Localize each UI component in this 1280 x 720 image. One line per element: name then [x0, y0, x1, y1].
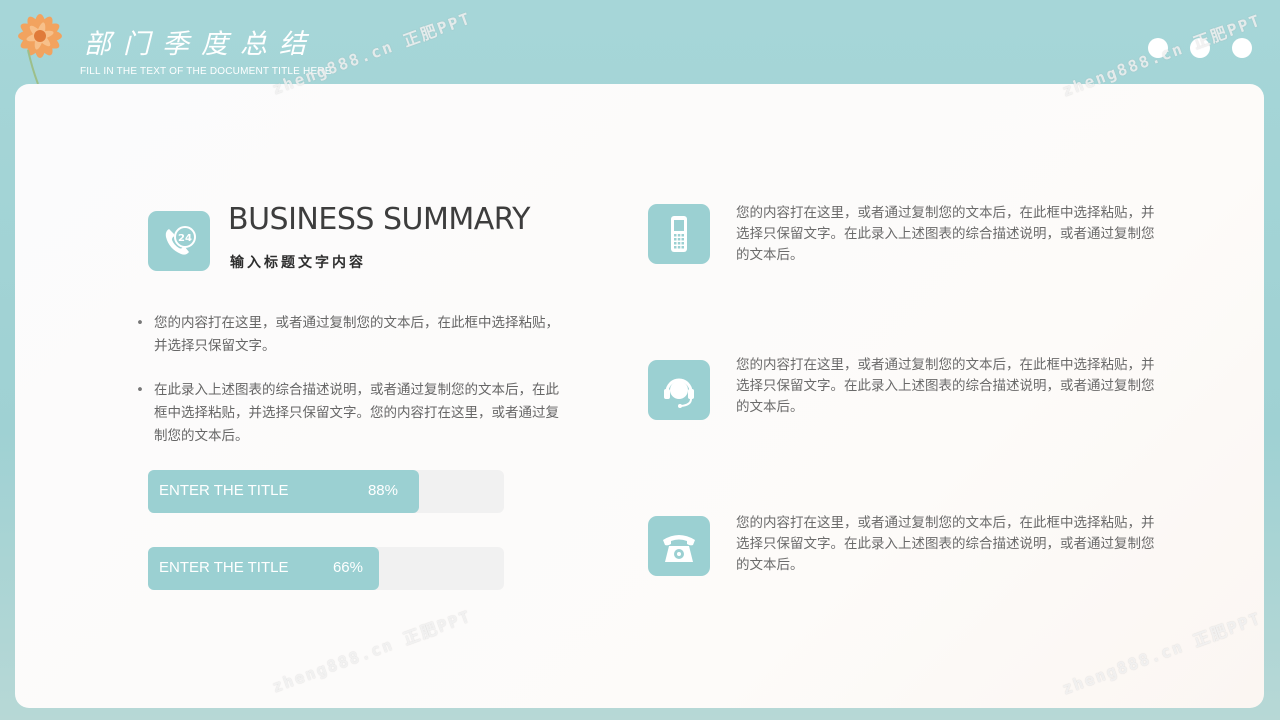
dot — [1232, 38, 1252, 58]
telephone-icon — [663, 535, 695, 562]
bullet-list: 您的内容打在这里，或者通过复制您的文本后，在此框中选择粘贴，并选择只保留文字。 … — [134, 312, 564, 469]
feature-icon-box-2 — [648, 360, 710, 420]
flower-decoration-icon — [18, 14, 62, 58]
feature-text-3: 您的内容打在这里，或者通过复制您的文本后，在此框中选择粘贴，并选择只保留文字。在… — [736, 515, 1155, 573]
section-title: BUSINESS SUMMARY — [228, 202, 531, 237]
svg-text:24: 24 — [178, 233, 192, 244]
feature-icon-box-3 — [648, 516, 710, 576]
feature-text-1: 您的内容打在这里，或者通过复制您的文本后，在此框中选择粘贴，并选择只保留文字。在… — [736, 205, 1155, 263]
section-icon-box: 24 — [148, 211, 210, 271]
progress-percent: 88% — [367, 482, 398, 499]
section-subtitle: 输入标题文字内容 — [230, 255, 366, 271]
headset-icon — [664, 378, 694, 408]
list-item: 您的内容打在这里，或者通过复制您的文本后，在此框中选择粘贴，并选择只保留文字。 — [134, 312, 564, 358]
mobile-phone-icon — [671, 216, 687, 252]
progress-bar-1: ENTER THE TITLE 88% — [148, 470, 504, 513]
progress-bar-2: ENTER THE TITLE 66% — [148, 547, 504, 590]
feature-icon-box-1 — [648, 204, 710, 264]
list-item: 在此录入上述图表的综合描述说明，或者通过复制您的文本后，在此框中选择粘贴，并选择… — [134, 379, 564, 448]
progress-label: ENTER THE TITLE — [159, 559, 289, 576]
progress-percent: 66% — [332, 559, 363, 576]
page-title: 部门季度总结 — [84, 29, 318, 60]
flower-stem-icon — [27, 50, 39, 84]
24-hour-phone-icon: 24 — [165, 226, 196, 255]
progress-label: ENTER THE TITLE — [159, 482, 289, 499]
feature-text-2: 您的内容打在这里，或者通过复制您的文本后，在此框中选择粘贴，并选择只保留文字。在… — [736, 357, 1155, 415]
